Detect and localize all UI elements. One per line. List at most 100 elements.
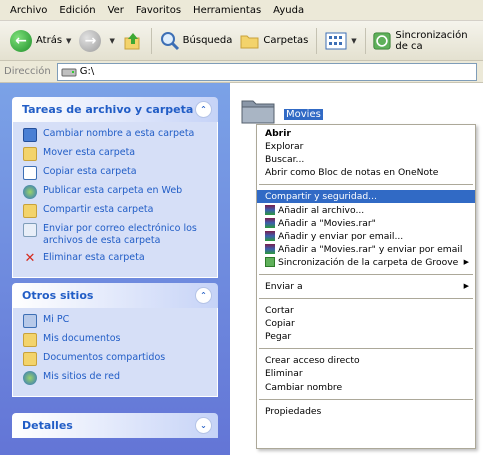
menu-item-copy[interactable]: Copiar xyxy=(257,317,475,330)
panel-title: Detalles xyxy=(22,419,73,432)
place-my-computer[interactable]: Mi PC xyxy=(23,314,209,328)
file-folder-tasks-panel: Tareas de archivo y carpeta ⌃ Cambiar no… xyxy=(12,97,218,278)
winrar-icon xyxy=(265,231,275,242)
winrar-icon xyxy=(265,218,275,229)
place-label: Mi PC xyxy=(43,314,70,325)
other-places-body: Mi PC Mis documentos Documentos comparti… xyxy=(12,308,218,397)
task-label: Mover esta carpeta xyxy=(43,147,136,158)
forward-arrow-icon: → xyxy=(79,29,102,52)
views-icon xyxy=(325,32,347,49)
menu-item-label: Añadir a "Movies.rar" y enviar por email xyxy=(278,243,463,255)
menu-item-delete[interactable]: Eliminar xyxy=(257,367,475,380)
task-label: Enviar por correo electrónico los archiv… xyxy=(43,223,197,246)
details-header[interactable]: Detalles ⌄ xyxy=(12,413,218,438)
menu-item-rename[interactable]: Cambiar nombre xyxy=(257,381,475,394)
menu-item-add-email[interactable]: Añadir y enviar por email... xyxy=(257,230,475,243)
search-label: Búsqueda xyxy=(182,35,233,46)
menu-favoritos[interactable]: Favoritos xyxy=(130,5,187,16)
menu-item-groove-sync[interactable]: Sincronización de la carpeta de Groove ▶ xyxy=(257,256,475,269)
winrar-icon xyxy=(265,244,275,255)
menu-archivo[interactable]: Archivo xyxy=(4,5,53,16)
views-button[interactable]: ▼ xyxy=(321,26,360,56)
panel-title: Tareas de archivo y carpeta xyxy=(22,103,194,116)
menu-bar: Archivo Edición Ver Favoritos Herramient… xyxy=(0,0,483,21)
share-folder-icon xyxy=(23,204,37,218)
task-pane: Tareas de archivo y carpeta ⌃ Cambiar no… xyxy=(0,83,230,455)
menu-item-explore[interactable]: Explorar xyxy=(257,140,475,153)
menu-ver[interactable]: Ver xyxy=(102,5,130,16)
submenu-arrow-icon: ▶ xyxy=(463,282,469,291)
move-folder-icon xyxy=(23,147,37,161)
place-label: Mis sitios de red xyxy=(43,371,121,382)
computer-icon xyxy=(23,314,37,328)
groove-sync-icon xyxy=(265,257,275,268)
menu-item-cut[interactable]: Cortar xyxy=(257,304,475,317)
toolbar-separator xyxy=(150,27,152,54)
folders-button[interactable]: Carpetas xyxy=(236,26,312,56)
chevron-down-icon[interactable]: ▼ xyxy=(109,37,114,45)
menu-item-add-movies-rar[interactable]: Añadir a "Movies.rar" xyxy=(257,217,475,230)
place-label: Documentos compartidos xyxy=(43,352,166,363)
menu-item-properties[interactable]: Propiedades xyxy=(257,405,475,418)
place-my-documents[interactable]: Mis documentos xyxy=(23,333,209,347)
menu-item-share-security[interactable]: Compartir y seguridad... xyxy=(257,190,475,204)
back-button[interactable]: ← Atrás ▼ xyxy=(6,26,75,56)
folders-icon xyxy=(240,35,259,48)
address-label: Dirección xyxy=(4,66,51,77)
expand-icon[interactable]: ⌄ xyxy=(195,417,212,434)
task-label: Cambiar nombre a esta carpeta xyxy=(43,128,195,139)
file-folder-tasks-header[interactable]: Tareas de archivo y carpeta ⌃ xyxy=(12,97,218,122)
menu-separator xyxy=(259,298,473,300)
task-label: Compartir esta carpeta xyxy=(43,204,154,215)
task-share-folder[interactable]: Compartir esta carpeta xyxy=(23,204,209,218)
search-button[interactable]: Búsqueda xyxy=(156,26,237,56)
collapse-icon[interactable]: ⌃ xyxy=(195,101,212,118)
task-delete-folder[interactable]: ✕ Eliminar esta carpeta xyxy=(23,252,209,266)
network-icon xyxy=(23,371,37,385)
address-bar: Dirección G:\ xyxy=(0,61,483,83)
menu-item-add-archive[interactable]: Añadir al archivo... xyxy=(257,203,475,216)
menu-separator xyxy=(259,184,473,186)
place-network[interactable]: Mis sitios de red xyxy=(23,371,209,385)
folder-name[interactable]: Movies xyxy=(284,109,323,120)
folder-icon[interactable] xyxy=(240,97,276,125)
address-value: G:\ xyxy=(79,66,95,77)
chevron-down-icon[interactable]: ▼ xyxy=(351,37,356,45)
menu-item-paste[interactable]: Pegar xyxy=(257,330,475,343)
menu-item-search[interactable]: Buscar... xyxy=(257,153,475,166)
chevron-down-icon[interactable]: ▼ xyxy=(66,37,71,45)
groove-sync-button[interactable]: Sincronización de ca xyxy=(369,26,483,56)
file-folder-tasks-body: Cambiar nombre a esta carpeta Mover esta… xyxy=(12,122,218,278)
menu-separator xyxy=(259,348,473,350)
drive-icon xyxy=(61,68,77,76)
menu-item-open[interactable]: Abrir xyxy=(257,127,475,140)
address-input[interactable]: G:\ xyxy=(56,62,477,81)
up-folder-button[interactable] xyxy=(119,26,147,56)
menu-herramientas[interactable]: Herramientas xyxy=(187,5,267,16)
menu-item-create-shortcut[interactable]: Crear acceso directo xyxy=(257,354,475,367)
place-label: Mis documentos xyxy=(43,333,121,344)
task-copy-folder[interactable]: Copiar esta carpeta xyxy=(23,166,209,180)
menu-item-label: Añadir y enviar por email... xyxy=(278,230,404,242)
collapse-icon[interactable]: ⌃ xyxy=(195,287,212,304)
task-label: Copiar esta carpeta xyxy=(43,166,137,177)
menu-item-add-rar-email[interactable]: Añadir a "Movies.rar" y enviar por email xyxy=(257,243,475,256)
task-rename-folder[interactable]: Cambiar nombre a esta carpeta xyxy=(23,128,209,142)
shared-folder-icon xyxy=(23,352,37,366)
rename-icon xyxy=(23,128,37,142)
search-icon xyxy=(160,31,179,50)
task-move-folder[interactable]: Mover esta carpeta xyxy=(23,147,209,161)
task-publish-web[interactable]: Publicar esta carpeta en Web xyxy=(23,185,209,199)
place-shared-documents[interactable]: Documentos compartidos xyxy=(23,352,209,366)
task-label: Eliminar esta carpeta xyxy=(43,252,145,263)
menu-item-open-onenote[interactable]: Abrir como Bloc de notas en OneNote xyxy=(257,166,475,179)
forward-button[interactable]: → ▼ xyxy=(75,26,118,56)
menu-separator xyxy=(259,398,473,400)
menu-edicion[interactable]: Edición xyxy=(53,5,101,16)
menu-item-label: Sincronización de la carpeta de Groove xyxy=(278,256,459,268)
menu-ayuda[interactable]: Ayuda xyxy=(267,5,310,16)
menu-item-send-to[interactable]: Enviar a ▶ xyxy=(257,280,475,293)
other-places-header[interactable]: Otros sitios ⌃ xyxy=(12,283,218,308)
menu-item-label: Añadir al archivo... xyxy=(278,204,365,216)
task-email-files[interactable]: Enviar por correo electrónico los archiv… xyxy=(23,223,209,247)
